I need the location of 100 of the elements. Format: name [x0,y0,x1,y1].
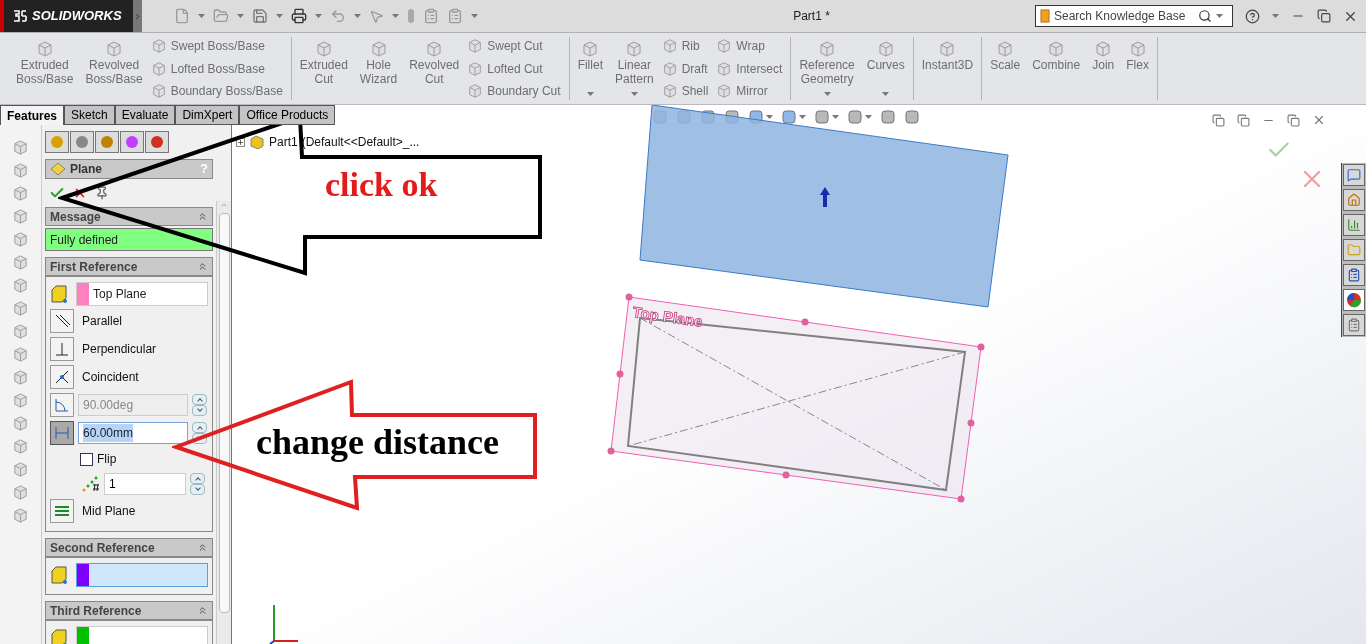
close-icon[interactable] [1312,113,1326,127]
tab[interactable]: Office Products [239,105,336,125]
ribbon-tool-button[interactable]: Mirror [716,83,783,99]
tab[interactable]: Sketch [64,105,115,125]
caret-icon[interactable] [1272,14,1279,18]
ribbon-tool-button[interactable]: Join [1088,37,1119,100]
caret-icon[interactable] [630,92,638,96]
undo-icon[interactable] [330,8,346,24]
cancel-button[interactable] [73,186,87,200]
restore-icon[interactable] [1317,9,1331,23]
task-pane-tab[interactable] [1343,189,1365,211]
tab[interactable]: Features [0,105,65,125]
option-toggle-button[interactable] [50,499,74,523]
collapse-icon[interactable] [197,261,208,272]
search-field[interactable]: Search Knowledge Base [1035,5,1233,27]
pin-button[interactable] [95,186,109,200]
hide-show-icon[interactable] [814,109,830,125]
checkbox[interactable] [80,452,93,466]
caret-icon[interactable] [315,14,322,18]
restore-icon[interactable] [1287,113,1300,127]
tab[interactable]: DimXpert [175,105,240,125]
spin-up-button[interactable] [192,394,207,405]
select-icon[interactable] [369,8,384,24]
help-icon[interactable] [1245,8,1260,24]
ribbon-tool-button[interactable]: Hole Wizard [355,37,402,100]
spin-down-button[interactable] [192,433,207,444]
ribbon-tool-button[interactable]: Swept Boss/Base [150,38,283,54]
ribbon-tool-button[interactable]: Linear Pattern [610,37,658,100]
caret-icon[interactable] [354,14,361,18]
expand-icon[interactable] [236,137,245,147]
ribbon-tool-button[interactable]: Draft [661,60,709,77]
ribbon-tool-button[interactable]: Revolved Boss/Base [81,37,147,100]
count-field[interactable]: 1 [104,473,186,495]
task-pane-tab[interactable] [1343,314,1365,336]
save-icon[interactable] [252,8,268,24]
appearance-icon[interactable] [847,109,863,125]
manager-tab[interactable] [70,131,94,153]
tile-left-icon[interactable] [1212,113,1225,127]
app-logo[interactable]: SOLIDWORKS [0,0,133,32]
ribbon-tool-button[interactable]: Combine [1028,37,1085,100]
spin-down-button[interactable] [190,484,205,495]
section-header[interactable]: Third Reference [45,601,213,620]
option-toggle-button[interactable] [50,309,74,333]
caret-icon[interactable] [471,14,478,18]
scene-icon[interactable] [880,109,896,125]
caret-icon[interactable] [1216,14,1223,18]
ribbon-tool-button[interactable]: Boundary Boss/Base [150,83,283,99]
new-icon[interactable] [174,8,190,24]
ribbon-tool-button[interactable]: Reference Geometry [795,37,859,100]
section-header[interactable]: Second Reference [45,538,213,557]
manager-tab[interactable] [145,131,169,153]
caret-icon[interactable] [832,115,839,119]
display-style-icon[interactable] [781,109,797,125]
option-toggle-button[interactable] [50,421,74,445]
ribbon-tool-button[interactable]: Boundary Cut [467,83,561,99]
file-properties-icon[interactable] [423,8,439,24]
task-pane-tab[interactable] [1343,164,1365,186]
tile-right-icon[interactable] [1237,113,1250,127]
ribbon-tool-button[interactable]: Wrap [716,38,783,54]
distance-field[interactable]: 60.00mm [78,422,188,444]
task-pane-tab[interactable] [1343,264,1365,286]
caret-icon[interactable] [799,115,806,119]
ribbon-tool-button[interactable]: Lofted Boss/Base [150,60,283,77]
caret-icon[interactable] [882,92,890,96]
manager-tab[interactable] [120,131,144,153]
manager-tab[interactable] [95,131,119,153]
ribbon-tool-button[interactable]: Instant3D [917,37,978,100]
caret-icon[interactable] [766,115,773,119]
task-pane-tab[interactable] [1343,214,1365,236]
caret-icon[interactable] [276,14,283,18]
caret-icon[interactable] [198,14,205,18]
ribbon-tool-button[interactable]: Scale [986,37,1025,100]
search-icon[interactable] [1198,9,1212,23]
ribbon-tool-button[interactable]: Swept Cut [467,38,561,54]
options-icon[interactable] [447,8,463,24]
view-settings-icon[interactable] [904,109,920,125]
ribbon-tool-button[interactable]: Curves [862,37,909,100]
caret-icon[interactable] [586,92,594,96]
open-icon[interactable] [213,8,229,24]
spin-up-button[interactable] [190,473,205,484]
ribbon-tool-button[interactable]: Revolved Cut [405,37,464,100]
manager-tab[interactable] [45,131,69,153]
ribbon-tool-button[interactable]: Extruded Cut [295,37,352,100]
caret-icon[interactable] [237,14,244,18]
collapse-icon[interactable] [197,542,208,553]
selection-field[interactable]: Top Plane [76,282,208,306]
offset-plane[interactable] [639,105,1009,308]
collapse-icon[interactable] [197,211,208,222]
ribbon-tool-button[interactable]: Flex [1122,37,1153,100]
section-header[interactable]: Message [45,207,213,226]
option-toggle-button[interactable] [50,337,74,361]
ribbon-tool-button[interactable]: Lofted Cut [467,60,561,77]
ribbon-tool-button[interactable]: Shell [661,83,709,99]
ribbon-tool-button[interactable]: Rib [661,38,709,54]
ribbon-tool-button[interactable]: Intersect [716,60,783,77]
caret-icon[interactable] [865,115,872,119]
caret-icon[interactable] [823,92,831,96]
ribbon-tool-button[interactable]: Extruded Boss/Base [12,37,78,100]
top-plane[interactable] [607,293,985,503]
caret-icon[interactable] [392,14,399,18]
